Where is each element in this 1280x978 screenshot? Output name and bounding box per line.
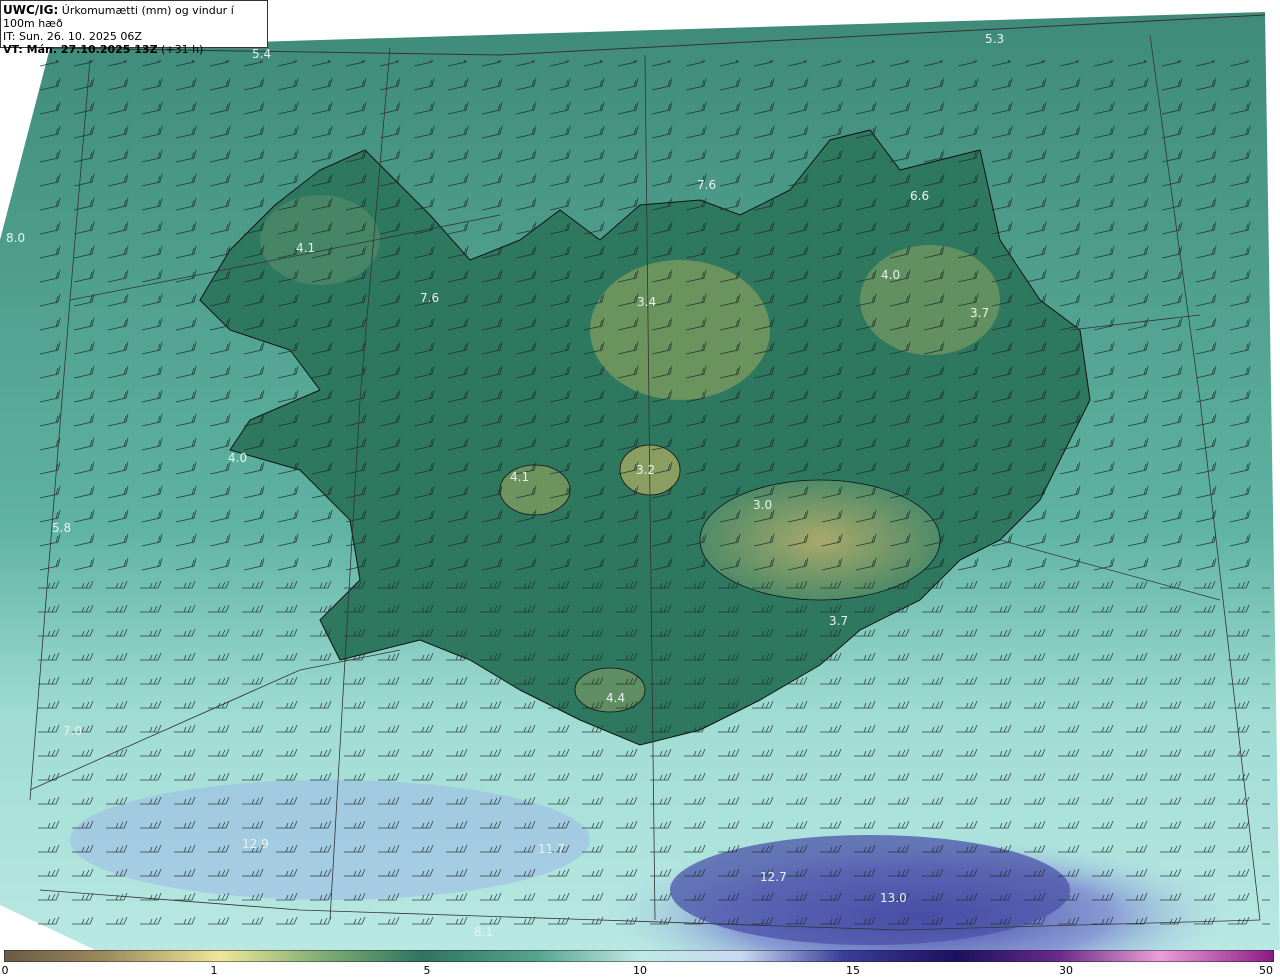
map-value-label: 6.6 xyxy=(910,189,929,203)
map-value-label: 4.1 xyxy=(510,470,529,484)
map-value-label: 4.1 xyxy=(296,241,315,255)
colorbar-tick: 1 xyxy=(210,964,218,977)
init-time: IT: Sun. 26. 10. 2025 06Z xyxy=(3,30,142,43)
map-value-label: 4.4 xyxy=(606,691,625,705)
map-panel: 5.4 5.3 8.0 7.6 6.6 4.1 4.0 3.4 3.7 4.0 … xyxy=(0,12,1280,950)
map-value-label: 7.0 xyxy=(63,724,82,738)
product-name: UWC/IG: xyxy=(3,3,59,17)
map-value-label: 4.0 xyxy=(881,268,900,282)
map-value-label: 3.0 xyxy=(753,498,772,512)
map-value-label: 3.7 xyxy=(829,614,848,628)
title-row: UWC/IG: Úrkomumætti (mm) og vindur í 100… xyxy=(3,3,267,31)
valid-time-row: VT: Mán. 27.10.2025 13Z (+31 h) xyxy=(3,43,267,56)
map-value-label: 4.0 xyxy=(228,451,247,465)
map-header: UWC/IG: Úrkomumætti (mm) og vindur í 100… xyxy=(0,0,268,56)
map-value-label: 3.7 xyxy=(970,306,989,320)
map-value-label: 8.0 xyxy=(6,231,25,245)
colorbar-tick: 5 xyxy=(423,964,431,977)
map-value-label: 3.2 xyxy=(636,463,655,477)
colorbar xyxy=(4,950,1274,962)
wind-barbs-south xyxy=(30,580,1270,940)
map-value-label: 7.6 xyxy=(420,291,439,305)
colorbar-tick: 10 xyxy=(633,964,647,977)
colorbar-tick: 30 xyxy=(1059,964,1073,977)
map-value-label: 12.9 xyxy=(242,837,269,851)
map-value-label: 8.1 xyxy=(474,925,493,939)
map-value-label: 3.4 xyxy=(637,295,656,309)
valid-time: VT: Mán. 27.10.2025 13Z xyxy=(3,43,158,56)
map-value-label: 11.7 xyxy=(538,842,565,856)
map-value-label: 5.3 xyxy=(985,32,1004,46)
colorbar-tick: 15 xyxy=(846,964,860,977)
map-value-label: 7.6 xyxy=(697,178,716,192)
wind-barbs-north xyxy=(30,60,1260,580)
colorbar-tick: 0 xyxy=(1,964,9,977)
map-value-label: 13.0 xyxy=(880,891,907,905)
colorbar-tick: 50 xyxy=(1259,964,1273,977)
lead-time: (+31 h) xyxy=(161,43,204,56)
colorbar-ticks: 0 1 5 10 15 30 50 xyxy=(0,962,1280,978)
map-value-label: 12.7 xyxy=(760,870,787,884)
map-value-label: 5.8 xyxy=(52,521,71,535)
